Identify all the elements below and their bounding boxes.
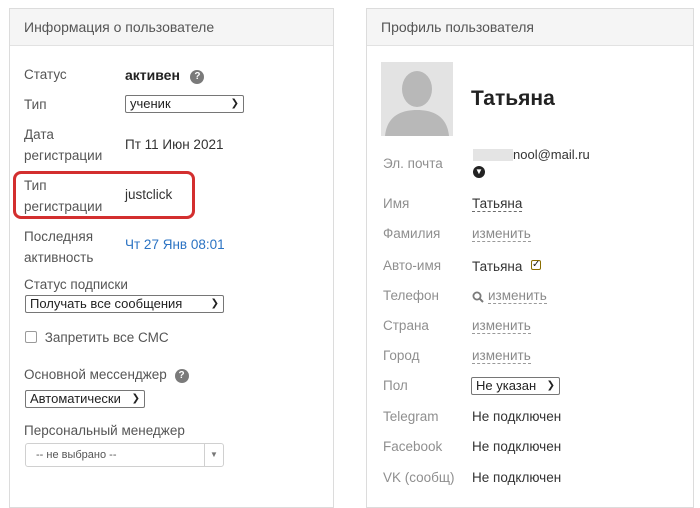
manager-value: -- не выбрано -- (36, 449, 117, 461)
user-silhouette-icon (385, 71, 449, 136)
avatar[interactable] (381, 62, 453, 136)
reg-type-label-line1: Тип (24, 178, 47, 193)
facebook-value: Не подключен (472, 439, 562, 454)
status-label: Статус (24, 67, 67, 82)
vk-label: VK (сообщ) (383, 470, 455, 485)
email-redaction (473, 149, 513, 161)
gender-value: Не указан (476, 378, 537, 393)
subscription-value: Получать все сообщения (30, 296, 183, 311)
last-active-label-line1: Последняя (24, 229, 94, 244)
phone-edit-link[interactable]: изменить (488, 288, 547, 304)
user-type-select[interactable]: ученик ❯ (125, 95, 244, 113)
first-name-label: Имя (383, 196, 410, 211)
sms-label: Запретить все СМС (44, 330, 169, 345)
last-name-edit-link[interactable]: изменить (472, 226, 531, 242)
auto-name-label: Авто-имя (383, 258, 442, 273)
telegram-label: Telegram (383, 409, 439, 424)
last-active-label: Последняя активность (24, 226, 93, 268)
sms-checkbox[interactable] (25, 331, 37, 343)
type-label: Тип (24, 97, 47, 112)
last-active-label-line2: активность (24, 250, 94, 265)
manager-select[interactable]: -- не выбрано -- ▼ (25, 443, 224, 467)
caret-down-icon: ▼ (204, 444, 223, 466)
reg-date-label-line2: регистрации (24, 148, 103, 163)
auto-name-value: Татьяна (472, 259, 523, 274)
user-info-panel-title: Информация о пользователе (10, 9, 333, 46)
messenger-row: Основной мессенджер ? (24, 364, 189, 386)
city-edit-link[interactable]: изменить (472, 348, 531, 364)
last-name-label: Фамилия (383, 226, 441, 241)
chevron-down-icon: ❯ (131, 393, 140, 404)
status-value: активен (125, 67, 180, 83)
telegram-value: Не подключен (472, 409, 562, 424)
reg-date-label: Дата регистрации (24, 124, 102, 166)
reg-date-label-line1: Дата (24, 127, 54, 142)
country-edit-link[interactable]: изменить (472, 318, 531, 334)
auto-name-checkbox[interactable]: ✓ (531, 260, 541, 270)
email-label: Эл. почта (383, 156, 443, 171)
email-value: nool@mail.ru (513, 147, 590, 162)
question-circle-icon[interactable]: ? (174, 369, 189, 383)
user-info-panel: Информация о пользователе Статус активен… (9, 8, 334, 508)
city-label: Город (383, 348, 420, 363)
first-name-value[interactable]: Татьяна (472, 196, 523, 212)
country-label: Страна (383, 318, 429, 333)
vk-value: Не подключен (472, 470, 562, 485)
manager-label: Персональный менеджер (24, 423, 185, 438)
last-active-value[interactable]: Чт 27 Янв 08:01 (125, 237, 225, 252)
phone-label: Телефон (383, 288, 440, 303)
chevron-circle-icon[interactable]: ▼ (473, 166, 485, 178)
messenger-value: Автоматически (30, 391, 121, 406)
user-type-value: ученик (130, 96, 171, 111)
status-row: активен ? (125, 64, 205, 87)
search-icon[interactable] (472, 290, 484, 308)
reg-type-label-line2: регистрации (24, 199, 103, 214)
messenger-select[interactable]: Автоматически ❯ (25, 390, 145, 408)
subscription-select[interactable]: Получать все сообщения ❯ (25, 295, 224, 313)
question-circle-icon[interactable]: ? (190, 70, 205, 84)
profile-name: Татьяна (471, 87, 555, 110)
reg-type-value: justclick (125, 187, 173, 202)
subscription-label: Статус подписки (24, 277, 128, 292)
user-profile-panel: Профиль пользователя Татьяна Эл. почта n… (366, 8, 694, 508)
gender-select[interactable]: Не указан ❯ (471, 377, 560, 395)
chevron-down-icon: ❯ (546, 380, 555, 391)
chevron-down-icon: ❯ (230, 98, 239, 109)
messenger-label: Основной мессенджер (24, 367, 167, 382)
chevron-down-icon: ❯ (210, 298, 219, 309)
facebook-label: Facebook (383, 439, 443, 454)
gender-label: Пол (383, 378, 408, 393)
reg-type-label: Тип регистрации (24, 175, 102, 217)
user-profile-panel-title: Профиль пользователя (367, 9, 693, 46)
sms-row[interactable]: Запретить все СМС (25, 327, 169, 349)
reg-date-value: Пт 11 Июн 2021 (125, 137, 224, 152)
